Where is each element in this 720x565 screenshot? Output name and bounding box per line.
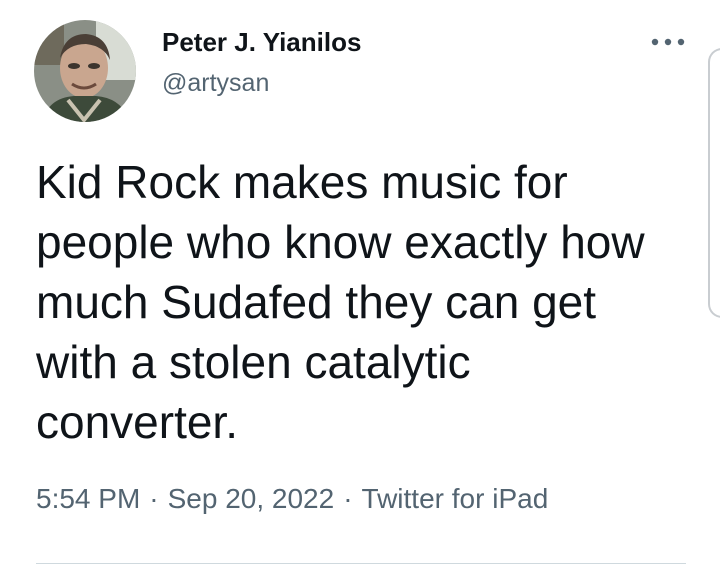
- avatar[interactable]: [34, 20, 136, 122]
- tweet-card: Peter J. Yianilos @artysan Kid Rock make…: [0, 0, 720, 565]
- more-horizontal-icon: [651, 38, 685, 46]
- tweet-time[interactable]: 5:54 PM: [36, 483, 140, 514]
- tweet-text: Kid Rock makes music for people who know…: [36, 156, 645, 448]
- side-panel-edge: [708, 48, 720, 318]
- separator-dot: ·: [149, 483, 159, 514]
- tweet-date[interactable]: Sep 20, 2022: [168, 483, 335, 514]
- author-handle[interactable]: @artysan: [162, 69, 269, 98]
- more-options-button[interactable]: [644, 28, 692, 56]
- tweet-metadata: 5:54 PM · Sep 20, 2022 · Twitter for iPad: [36, 483, 548, 515]
- avatar-photo-icon: [34, 20, 136, 122]
- tweet-source[interactable]: Twitter for iPad: [362, 483, 549, 514]
- author-display-name[interactable]: Peter J. Yianilos: [162, 27, 361, 58]
- divider: [36, 563, 686, 564]
- separator-dot: ·: [343, 483, 353, 514]
